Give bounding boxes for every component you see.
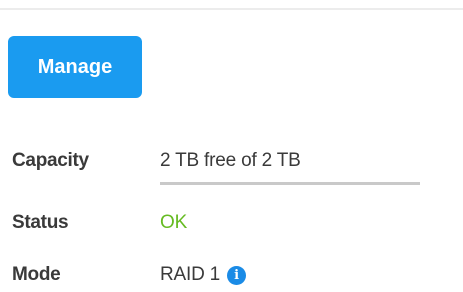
mode-value: RAID 1 bbox=[160, 264, 221, 285]
capacity-value: 2 TB free of 2 TB bbox=[160, 150, 301, 171]
info-icon[interactable]: i bbox=[227, 265, 247, 285]
capacity-label: Capacity bbox=[12, 150, 89, 171]
manage-button[interactable]: Manage bbox=[8, 36, 142, 98]
mode-row-value: RAID 1 i bbox=[160, 264, 247, 286]
status-label: Status bbox=[12, 212, 69, 233]
capacity-bar bbox=[160, 182, 420, 185]
top-divider bbox=[0, 8, 463, 10]
mode-label: Mode bbox=[12, 264, 61, 285]
status-value: OK bbox=[160, 212, 188, 233]
